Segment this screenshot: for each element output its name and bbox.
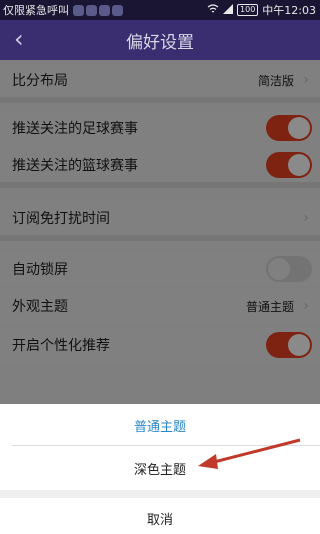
- annotation-arrow-icon: [198, 438, 301, 469]
